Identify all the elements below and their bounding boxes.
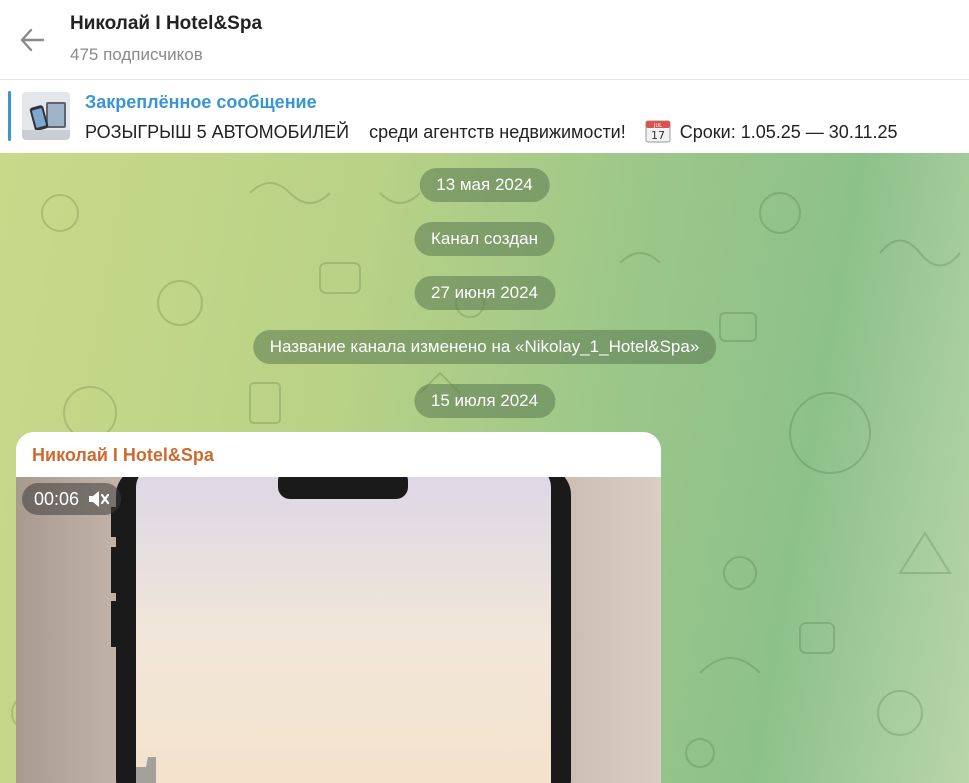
channel-title[interactable]: Николай I Hotel&Spa <box>70 13 262 35</box>
chat-area[interactable]: 13 мая 2024 Канал создан 27 июня 2024 На… <box>0 153 969 783</box>
subscriber-count: 475 подписчиков <box>70 45 203 64</box>
pinned-title: Закреплённое сообщение <box>85 92 317 112</box>
video-duration: 00:06 <box>34 489 80 509</box>
video-timer[interactable]: 00:06 <box>22 483 122 515</box>
pinned-text: РОЗЫГРЫШ 5 АВТОМОБИЛЕЙ среди агентств не… <box>85 119 898 143</box>
message-author[interactable]: Николай I Hotel&Spa <box>32 445 214 466</box>
service-message-channel-renamed: Название канала изменено на «Nikolay_1_H… <box>252 330 717 364</box>
pinned-message[interactable]: Закреплённое сообщение РОЗЫГРЫШ 5 АВТОМО… <box>0 81 969 153</box>
calendar-icon: JUL 17 <box>645 120 671 143</box>
date-separator: 15 июля 2024 <box>413 384 556 418</box>
video-player[interactable]: 00:06 <box>16 477 661 783</box>
pinned-thumbnail <box>22 92 70 140</box>
pinned-text-part2: Сроки: 1.05.25 — 30.11.25 <box>679 122 898 142</box>
video-frame <box>16 477 661 783</box>
date-separator: 27 июня 2024 <box>413 276 556 310</box>
date-separator: 13 мая 2024 <box>419 168 550 202</box>
pinned-text-part1: РОЗЫГРЫШ 5 АВТОМОБИЛЕЙ среди агентств не… <box>85 122 626 142</box>
pinned-accent-bar <box>8 91 11 141</box>
service-message-channel-created: Канал создан <box>414 222 555 256</box>
chat-header: Николай I Hotel&Spa 475 подписчиков <box>0 0 969 80</box>
speaker-muted-icon[interactable] <box>87 488 111 510</box>
message-bubble[interactable]: Николай I Hotel&Spa 00:06 <box>16 432 661 783</box>
back-button[interactable] <box>14 22 50 58</box>
arrow-left-icon <box>20 28 45 52</box>
calendar-day: 17 <box>651 129 665 142</box>
